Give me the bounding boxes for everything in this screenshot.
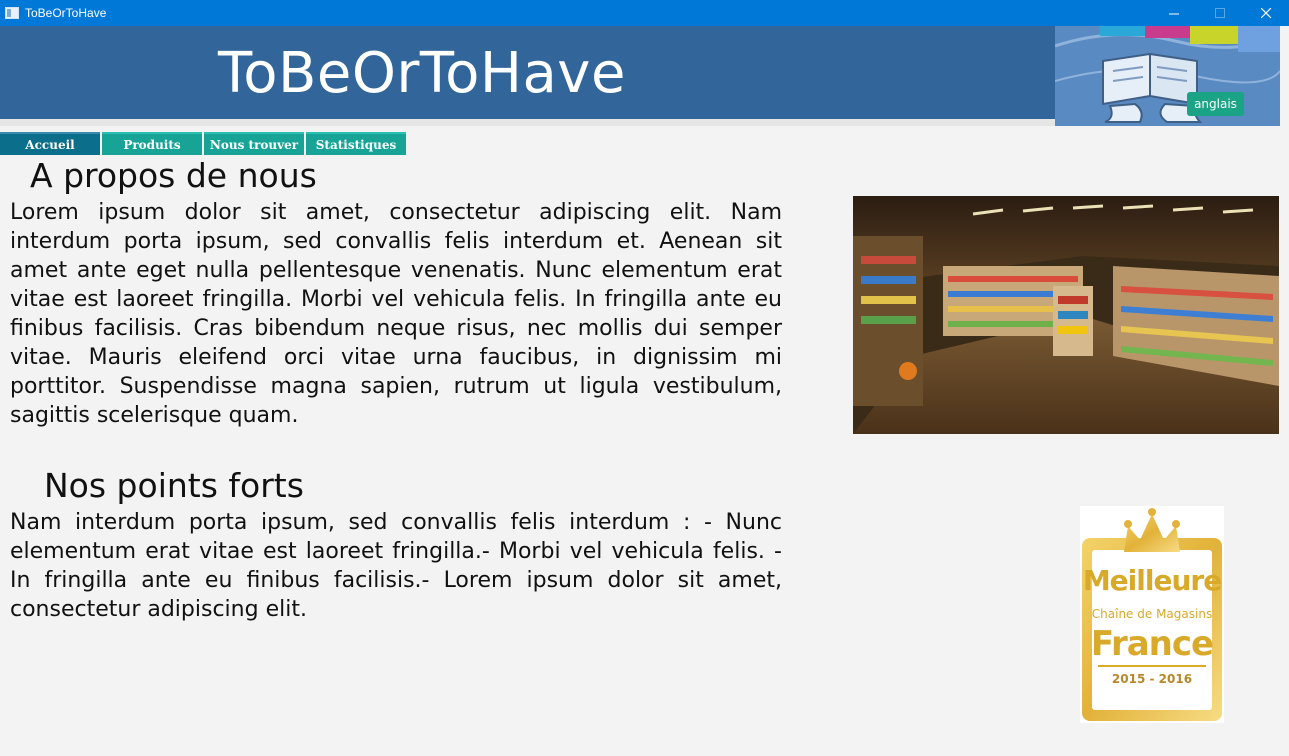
nav-tabs: Accueil Produits Nous trouver Statistiqu… <box>0 132 408 155</box>
maximize-icon <box>1214 7 1225 18</box>
award-line-2: Chaîne de Magasins <box>1091 607 1213 621</box>
about-heading: A propos de nous <box>30 156 317 195</box>
maximize-button[interactable] <box>1197 0 1243 26</box>
store-photo <box>853 196 1279 434</box>
minimize-icon <box>1168 13 1179 14</box>
tab-nous-trouver[interactable]: Nous trouver <box>204 132 304 155</box>
reading-person-illustration <box>1055 26 1280 126</box>
tab-statistiques[interactable]: Statistiques <box>306 132 406 155</box>
award-line-1: Meilleure <box>1082 564 1222 597</box>
award-years: 2015 - 2016 <box>1111 672 1193 686</box>
language-button[interactable]: anglais <box>1187 92 1244 116</box>
about-text: Lorem ipsum dolor sit amet, consectetur … <box>10 200 782 428</box>
award-badge: Meilleure Chaîne de Magasins France 2015… <box>1080 506 1224 723</box>
header-banner: ToBeOrToHave <box>0 26 1280 126</box>
close-icon <box>1260 7 1271 18</box>
strengths-heading: Nos points forts <box>44 466 304 505</box>
tab-accueil[interactable]: Accueil <box>0 132 100 155</box>
window-title: ToBeOrToHave <box>25 6 107 20</box>
award-line-3: France <box>1090 624 1214 664</box>
close-button[interactable] <box>1243 0 1289 26</box>
site-title: ToBeOrToHave <box>218 41 626 106</box>
tab-produits[interactable]: Produits <box>102 132 202 155</box>
app-icon <box>5 7 19 19</box>
window-controls <box>1151 0 1289 26</box>
window-titlebar[interactable]: ToBeOrToHave <box>0 0 1289 26</box>
crown-icon <box>1124 514 1180 552</box>
strengths-text: Nam interdum porta ipsum, sed convallis … <box>10 510 782 622</box>
minimize-button[interactable] <box>1151 0 1197 26</box>
